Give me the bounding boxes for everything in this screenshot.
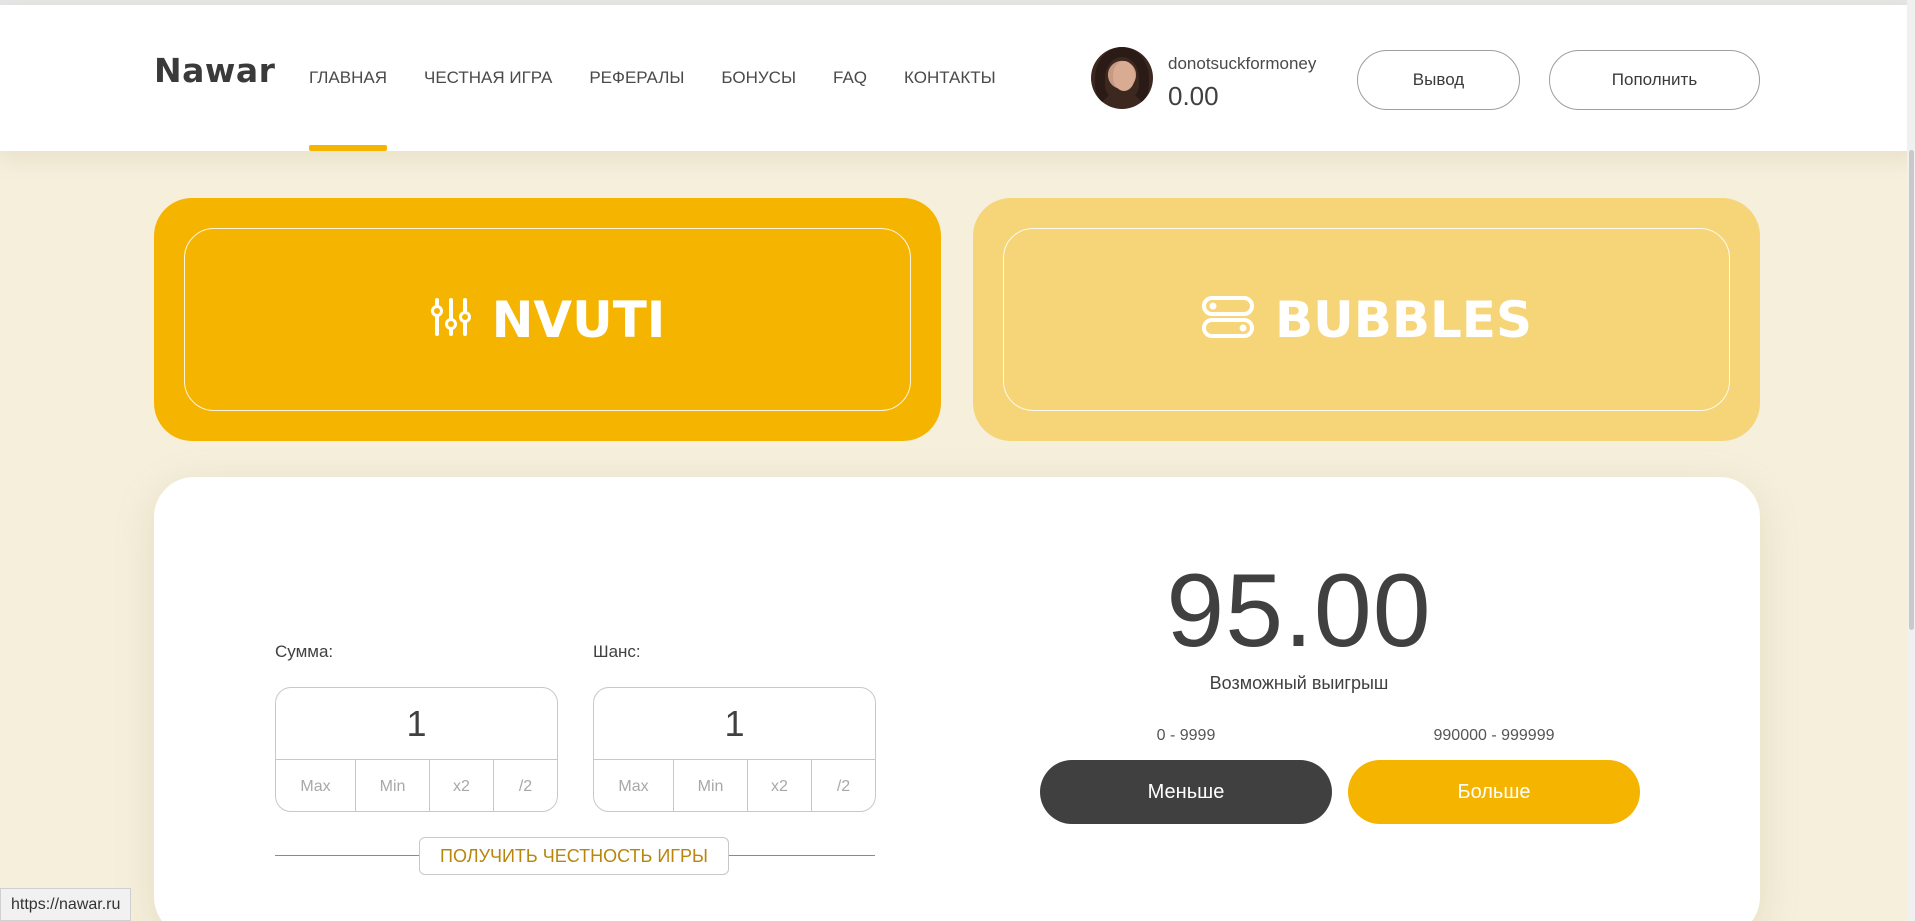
sliders-icon (430, 297, 472, 342)
tab-bubbles-label: BUBBLES (1275, 290, 1532, 349)
tab-nvuti-label: NVUTI (491, 290, 666, 349)
more-range: 990000 - 999999 (1433, 727, 1555, 744)
nav-item-referrals[interactable]: РЕФЕРАЛЫ (589, 68, 684, 88)
sum-min-button[interactable]: Min (356, 760, 430, 811)
withdraw-button[interactable]: Вывод (1357, 50, 1520, 110)
avatar[interactable] (1091, 47, 1153, 109)
possible-win-value: 95.00 (1166, 553, 1432, 669)
sum-max-button[interactable]: Max (276, 760, 356, 811)
main-nav: ГЛАВНАЯ ЧЕСТНАЯ ИГРА РЕФЕРАЛЫ БОНУСЫ FAQ… (309, 68, 1033, 151)
avatar-face (1113, 61, 1135, 91)
nav-item-faq[interactable]: FAQ (833, 68, 867, 88)
chance-half-button[interactable]: /2 (812, 760, 875, 811)
nav-item-home[interactable]: ГЛАВНАЯ (309, 68, 387, 151)
chance-input-group: 1 Max Min x2 /2 (593, 687, 876, 812)
username: donotsuckformoney (1168, 54, 1317, 73)
sum-double-button[interactable]: x2 (430, 760, 494, 811)
less-button[interactable]: Меньше (1040, 760, 1332, 824)
more-button[interactable]: Больше (1348, 760, 1640, 824)
nav-item-fair-game[interactable]: ЧЕСТНАЯ ИГРА (424, 68, 552, 88)
chance-double-button[interactable]: x2 (748, 760, 812, 811)
less-range: 0 - 9999 (1156, 727, 1216, 744)
sum-input-group: 1 Max Min x2 /2 (275, 687, 558, 812)
chance-max-button[interactable]: Max (594, 760, 674, 811)
site-logo[interactable]: Nawar (154, 51, 275, 90)
possible-win-label: Возможный выигрыш (1209, 673, 1389, 693)
tab-bubbles[interactable]: BUBBLES (973, 198, 1760, 441)
sum-half-button[interactable]: /2 (494, 760, 557, 811)
sum-input[interactable]: 1 (276, 688, 557, 760)
nav-item-contacts[interactable]: КОНТАКТЫ (904, 68, 996, 88)
deposit-button[interactable]: Пополнить (1549, 50, 1760, 110)
balance: 0.00 (1168, 81, 1219, 111)
site-header: Nawar ГЛАВНАЯ ЧЕСТНАЯ ИГРА РЕФЕРАЛЫ БОНУ… (0, 5, 1915, 151)
get-fairness-button[interactable]: ПОЛУЧИТЬ ЧЕСТНОСТЬ ИГРЫ (419, 837, 729, 875)
nav-item-bonuses[interactable]: БОНУСЫ (721, 68, 796, 88)
chance-min-button[interactable]: Min (674, 760, 748, 811)
sum-label: Сумма: (275, 642, 334, 661)
game-panel: Сумма: 1 Max Min x2 /2 Шанс: 1 Max Min x… (154, 477, 1760, 921)
tab-nvuti[interactable]: NVUTI (154, 198, 941, 441)
status-bar-url: https://nawar.ru (0, 888, 132, 921)
bubbles-icon (1201, 295, 1255, 344)
chance-input[interactable]: 1 (594, 688, 875, 760)
scrollbar-thumb[interactable] (1909, 150, 1914, 630)
chance-label: Шанс: (593, 642, 641, 661)
